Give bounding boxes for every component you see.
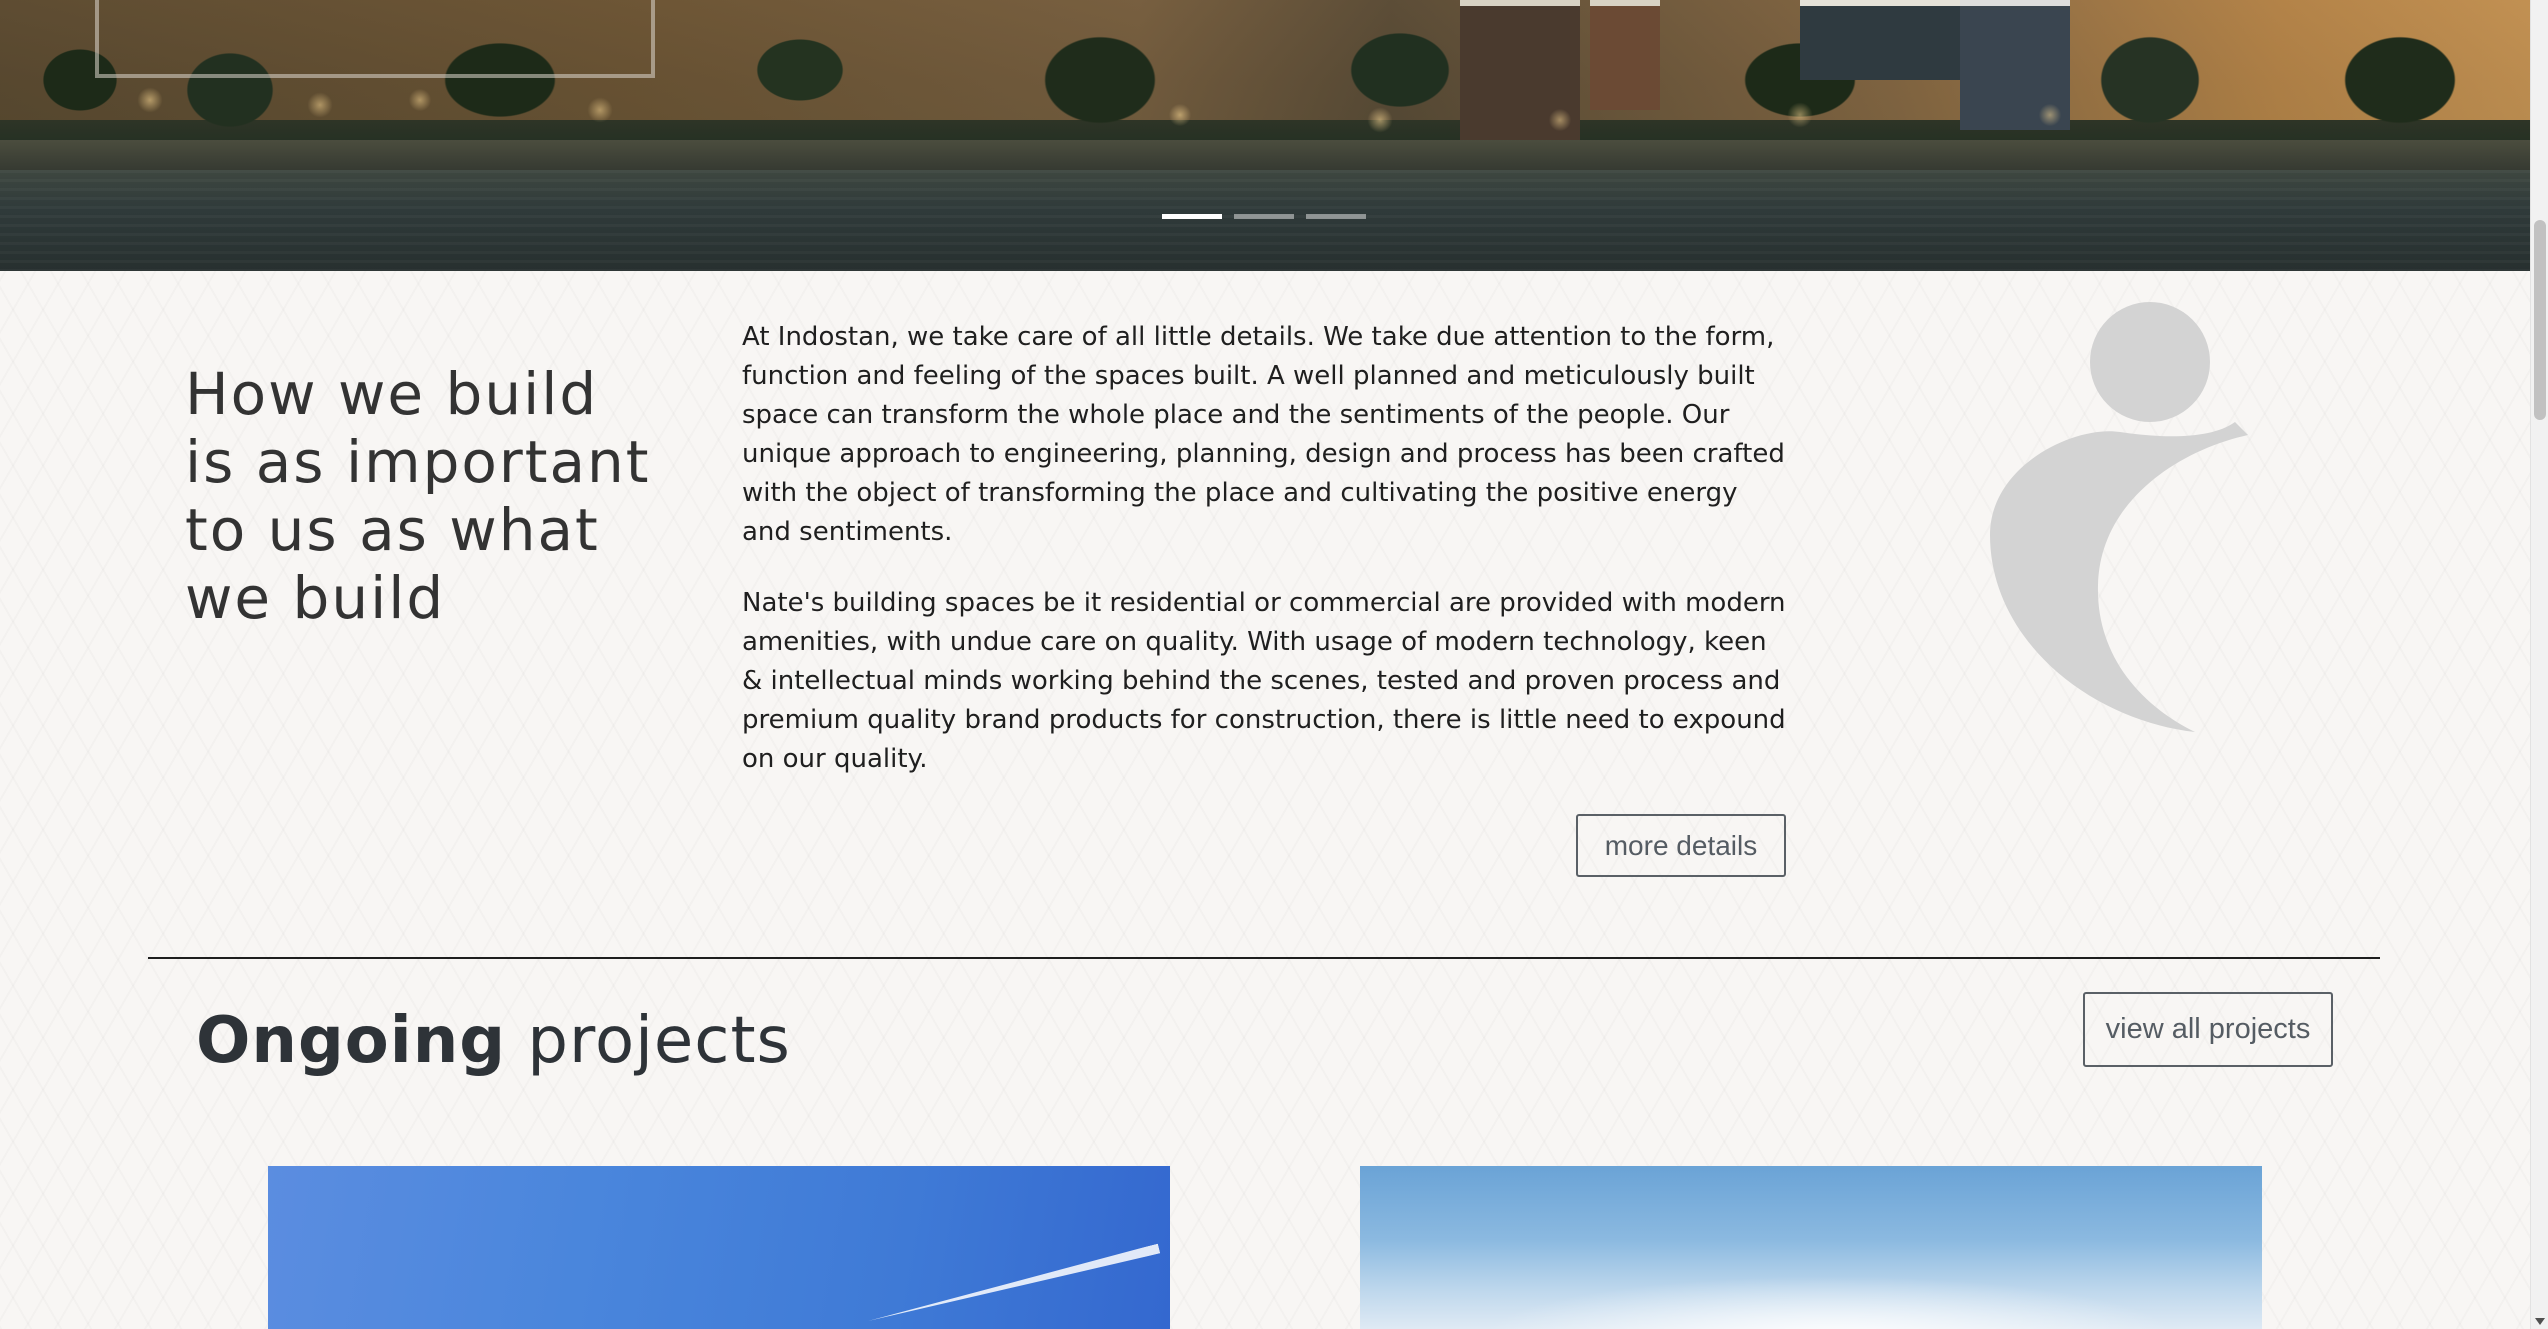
projects-heading: Ongoing projects xyxy=(196,1004,791,1078)
section-divider xyxy=(148,957,2380,959)
scrollbar-thumb[interactable] xyxy=(2534,220,2546,420)
about-headline: How we build is as important to us as wh… xyxy=(185,360,665,632)
hero-slider[interactable] xyxy=(0,0,2530,271)
headline-line: we build xyxy=(185,564,446,632)
slider-dots xyxy=(1162,214,1366,219)
hero-lights xyxy=(0,60,2530,140)
view-all-projects-button[interactable]: view all projects xyxy=(2083,992,2333,1067)
headline-line: How we build xyxy=(185,360,599,428)
slider-dot-1[interactable] xyxy=(1162,214,1222,219)
scroll-down-arrow-icon[interactable] xyxy=(2535,1318,2545,1325)
page-scrollbar[interactable] xyxy=(2530,0,2548,1329)
slider-dot-2[interactable] xyxy=(1234,214,1294,219)
hero-water xyxy=(0,170,2530,271)
headline-line: to us as what xyxy=(185,496,600,564)
more-details-button[interactable]: more details xyxy=(1576,814,1786,877)
hero-riverbank xyxy=(0,140,2530,170)
page: How we build is as important to us as wh… xyxy=(0,0,2548,1329)
headline-line: is as important xyxy=(185,428,651,496)
about-paragraph-2: Nate's building spaces be it residential… xyxy=(742,588,1786,774)
projects-heading-bold: Ongoing xyxy=(196,1004,507,1078)
about-body: At Indostan, we take care of all little … xyxy=(742,318,1792,811)
projects-heading-light: projects xyxy=(527,1004,791,1078)
project-image-detail xyxy=(1480,1276,2180,1329)
slider-dot-3[interactable] xyxy=(1306,214,1366,219)
project-card-1[interactable] xyxy=(268,1166,1170,1329)
about-paragraph-1: At Indostan, we take care of all little … xyxy=(742,322,1785,547)
project-image-detail xyxy=(867,1244,1161,1326)
brand-i-logo-icon xyxy=(1990,302,2248,732)
project-card-2[interactable] xyxy=(1360,1166,2262,1329)
